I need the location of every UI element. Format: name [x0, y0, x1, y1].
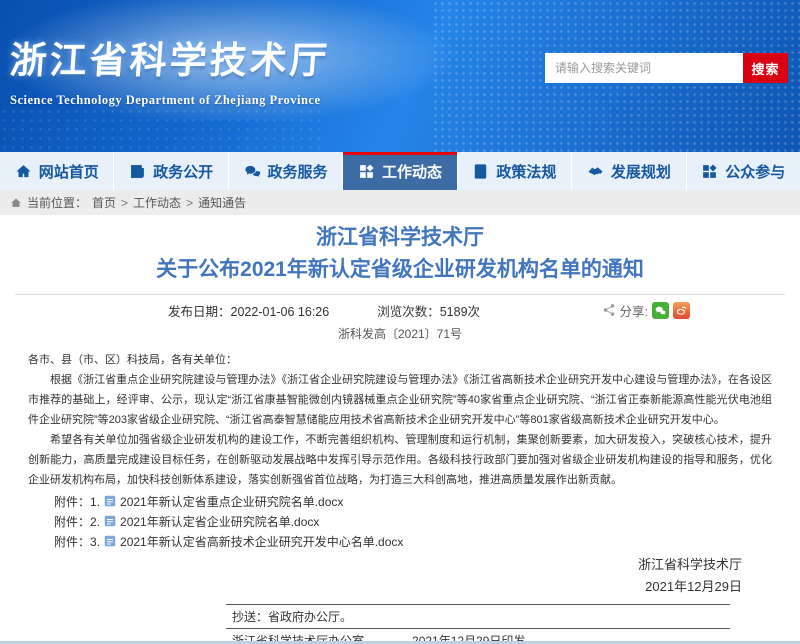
attachment-label: 附件：3. [54, 533, 100, 550]
main-nav: 网站首页 政务公开 政务服务 工作动态 政策法规 发展规划 公众参与 [0, 152, 800, 190]
article: 浙江省科学技术厅 关于公布2021年新认定省级企业研发机构名单的通知 发布日期：… [0, 215, 800, 641]
signature-date: 2021年12月29日 [28, 576, 742, 598]
view-count: 浏览次数：5189次 [377, 301, 480, 320]
article-title-line1: 浙江省科学技术厅 [28, 223, 772, 253]
doc-file-icon [104, 495, 116, 507]
paragraph: 希望各有关单位加强省级企业研发机构的建设工作，不断完善组织机构、管理制度和运行机… [28, 430, 772, 490]
page: 浙江省科学技术厅 Science Technology Department o… [0, 0, 800, 644]
attachments-list: 附件：1. 2021年新认定省重点企业研究院名单.docx 附件：2. 2021… [28, 491, 772, 551]
dots-decoration [0, 107, 320, 152]
document-lines-icon [472, 163, 489, 180]
nav-item-label: 政务服务 [268, 161, 328, 182]
nav-item-home[interactable]: 网站首页 [0, 152, 114, 190]
home-icon [15, 163, 32, 180]
nav-item-gov-services[interactable]: 政务服务 [229, 152, 343, 190]
grid-diamond-icon [701, 163, 718, 180]
title-divider [15, 294, 785, 295]
paragraph: 根据《浙江省重点企业研究院建设与管理办法》《浙江省企业研究院建设与管理办法》《浙… [28, 370, 772, 430]
nav-item-label: 发展规划 [611, 161, 671, 182]
site-subtitle: Science Technology Department of Zhejian… [10, 93, 330, 108]
breadcrumb-separator: > [186, 196, 193, 210]
issuing-office: 浙江省科学技术厅办公室 [232, 632, 364, 641]
nav-item-public-participation[interactable]: 公众参与 [687, 152, 800, 190]
nav-item-policies[interactable]: 政策法规 [458, 152, 572, 190]
nav-item-label: 政策法规 [496, 161, 556, 182]
share-widget: 分享: [602, 301, 690, 320]
share-icon [602, 303, 616, 317]
publish-date-value: 2022-01-06 16:26 [231, 305, 330, 319]
breadcrumb-prefix: 当前位置： [27, 194, 87, 211]
attachment-row: 附件：2. 2021年新认定省企业研究院名单.docx [28, 511, 772, 531]
search-button[interactable]: 搜索 [743, 53, 788, 83]
breadcrumb-item-notices[interactable]: 通知通告 [198, 194, 246, 211]
breadcrumb-item-work-news[interactable]: 工作动态 [133, 194, 181, 211]
attachment-link[interactable]: 2021年新认定省重点企业研究院名单.docx [120, 493, 343, 510]
share-label: 分享: [620, 301, 648, 320]
weibo-share-icon[interactable] [673, 302, 690, 319]
breadcrumb: 当前位置： 首页 > 工作动态 > 通知通告 [0, 190, 800, 215]
search-bar: 搜索 [545, 53, 788, 83]
view-count-label: 浏览次数： [377, 305, 440, 319]
nav-item-label: 公众参与 [725, 161, 785, 182]
site-title: 浙江省科学技术厅 [8, 30, 332, 84]
search-input[interactable] [545, 53, 743, 83]
doc-file-icon [104, 515, 116, 527]
nav-item-label: 工作动态 [382, 161, 442, 182]
attachment-label: 附件：1. [54, 493, 100, 510]
salutation: 各市、县（市、区）科技局，各有关单位： [28, 350, 772, 370]
nav-item-label: 网站首页 [39, 161, 99, 182]
article-title-line2: 关于公布2021年新认定省级企业研发机构名单的通知 [28, 253, 772, 287]
wechat-share-icon[interactable] [652, 302, 669, 319]
chat-bubbles-icon [244, 163, 261, 180]
print-date: 2021年12月29日印发 [412, 632, 525, 641]
grid-diamond-icon [358, 163, 375, 180]
print-line: 浙江省科学技术厅办公室 2021年12月29日印发 [226, 629, 730, 641]
site-header: 浙江省科学技术厅 Science Technology Department o… [0, 0, 800, 152]
document-number: 浙科发高〔2021〕71号 [28, 324, 772, 344]
breadcrumb-separator: > [121, 196, 128, 210]
signature-org: 浙江省科学技术厅 [28, 554, 742, 576]
attachment-row: 附件：1. 2021年新认定省重点企业研究院名单.docx [28, 491, 772, 511]
nav-item-gov-disclosure[interactable]: 政务公开 [114, 152, 228, 190]
attachment-label: 附件：2. [54, 513, 100, 530]
breadcrumb-item-home[interactable]: 首页 [92, 194, 116, 211]
nav-item-label: 政务公开 [153, 161, 213, 182]
location-home-icon [10, 197, 22, 209]
publish-date: 发布日期：2022-01-06 16:26 [168, 301, 329, 320]
attachment-link[interactable]: 2021年新认定省高新技术企业研究开发中心名单.docx [120, 533, 403, 550]
article-meta: 发布日期：2022-01-06 16:26 浏览次数：5189次 分享: [28, 298, 772, 322]
nav-item-development-plan[interactable]: 发展规划 [572, 152, 686, 190]
attachment-link[interactable]: 2021年新认定省企业研究院名单.docx [120, 513, 319, 530]
view-count-value: 5189次 [440, 305, 480, 319]
document-footer-box: 抄送：省政府办公厅。 浙江省科学技术厅办公室 2021年12月29日印发 [226, 604, 730, 641]
article-body: 各市、县（市、区）科技局，各有关单位： 根据《浙江省重点企业研究院建设与管理办法… [28, 350, 772, 490]
handshake-icon [587, 163, 604, 180]
cc-line: 抄送：省政府办公厅。 [226, 605, 730, 629]
attachment-row: 附件：3. 2021年新认定省高新技术企业研究开发中心名单.docx [28, 531, 772, 551]
nav-item-work-news[interactable]: 工作动态 [343, 152, 457, 190]
publish-date-label: 发布日期： [168, 305, 231, 319]
article-title: 浙江省科学技术厅 关于公布2021年新认定省级企业研发机构名单的通知 [28, 223, 772, 287]
newspaper-icon [129, 163, 146, 180]
signature-block: 浙江省科学技术厅 2021年12月29日 [28, 554, 772, 598]
doc-file-icon [104, 535, 116, 547]
site-logo[interactable]: 浙江省科学技术厅 Science Technology Department o… [10, 30, 330, 108]
